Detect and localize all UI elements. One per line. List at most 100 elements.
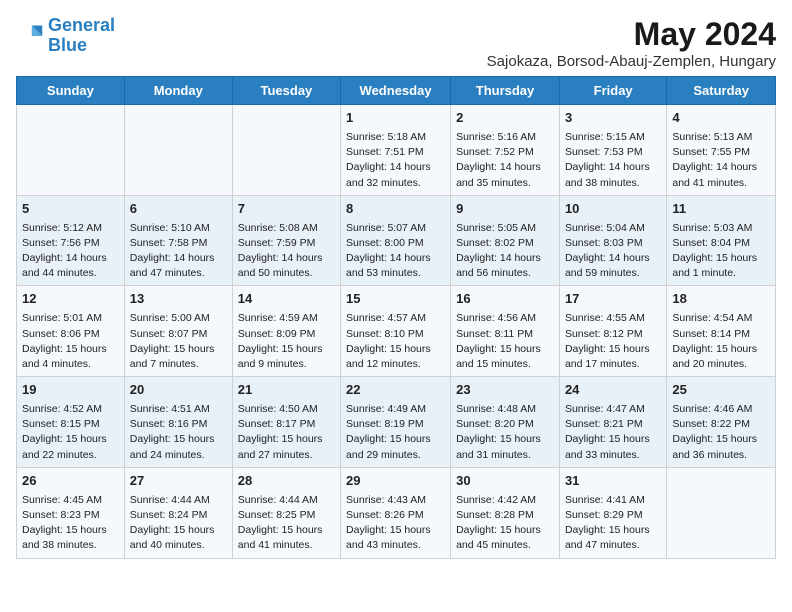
sunset-text: Sunset: 8:26 PM [346,509,424,521]
day-number: 29 [346,472,445,491]
calendar-cell: 16Sunrise: 4:56 AMSunset: 8:11 PMDayligh… [451,286,560,377]
sunset-text: Sunset: 8:06 PM [22,328,100,340]
day-info: Sunrise: 4:57 AMSunset: 8:10 PMDaylight:… [346,311,445,372]
day-info: Sunrise: 5:03 AMSunset: 8:04 PMDaylight:… [672,221,770,282]
day-info: Sunrise: 4:50 AMSunset: 8:17 PMDaylight:… [238,402,335,463]
day-number: 31 [565,472,661,491]
day-number: 24 [565,381,661,400]
daylight-text: Daylight: 15 hours and 24 minutes. [130,433,215,460]
sunset-text: Sunset: 8:10 PM [346,328,424,340]
calendar-week-row: 26 Sunrise: 4:45 AMSunset: 8:23 PMDayligh… [17,467,776,558]
calendar-cell [17,105,125,196]
daylight-text: Daylight: 15 hours and 20 minutes. [672,343,757,370]
daylight-text: Daylight: 15 hours and 7 minutes. [130,343,215,370]
day-header-sunday: Sunday [17,77,125,105]
sunrise-text: Sunrise: 5:00 AM [130,312,210,324]
sunrise-text: Sunrise: 4:56 AM [456,312,536,324]
sunrise-text: Sunrise: 4:55 AM [565,312,645,324]
daylight-text: Daylight: 15 hours and 29 minutes. [346,433,431,460]
main-title: May 2024 [487,16,776,53]
sunrise-text: Sunrise: 5:12 AM [22,222,102,234]
calendar-cell: 20Sunrise: 4:51 AMSunset: 8:16 PMDayligh… [124,377,232,468]
day-info: Sunrise: 4:45 AMSunset: 8:23 PMDaylight:… [22,493,119,554]
day-info: Sunrise: 5:15 AMSunset: 7:53 PMDaylight:… [565,130,661,191]
calendar-cell: 13Sunrise: 5:00 AMSunset: 8:07 PMDayligh… [124,286,232,377]
calendar-cell: 9Sunrise: 5:05 AMSunset: 8:02 PMDaylight… [451,195,560,286]
day-number: 11 [672,200,770,219]
calendar-cell: 24 Sunrise: 4:47 AMSunset: 8:21 PMDayligh… [559,377,666,468]
day-info: Sunrise: 4:49 AM Sunset: 8:19 PM Daylight:… [346,402,445,463]
sunset-text: Sunset: 8:22 PM [672,418,750,430]
calendar-cell: 15Sunrise: 4:57 AMSunset: 8:10 PMDayligh… [341,286,451,377]
day-info: Sunrise: 4:44 AMSunset: 8:25 PMDaylight:… [238,493,335,554]
day-info: Sunrise: 5:01 AMSunset: 8:06 PMDaylight:… [22,311,119,372]
day-info: Sunrise: 4:43 AMSunset: 8:26 PMDaylight:… [346,493,445,554]
daylight-text: Daylight: 14 hours and 32 minutes. [346,161,431,188]
sunrise-text: Sunrise: 4:46 AM [672,403,752,415]
day-info: Sunrise: 5:18 AM Sunset: 7:51 PM Daylight:… [346,130,445,191]
sunset-text: Sunset: 8:02 PM [456,237,534,249]
day-info: Sunrise: 4:54 AMSunset: 8:14 PMDaylight:… [672,311,770,372]
day-info: Sunrise: 5:13 AMSunset: 7:55 PMDaylight:… [672,130,770,191]
day-info: Sunrise: 4:52 AMSunset: 8:15 PMDaylight:… [22,402,119,463]
sunrise-text: Sunrise: 4:49 AM [346,403,426,415]
sunrise-text: Sunrise: 4:45 AM [22,494,102,506]
sunset-text: Sunset: 7:56 PM [22,237,100,249]
calendar-cell: 7Sunrise: 5:08 AMSunset: 7:59 PMDaylight… [232,195,340,286]
daylight-text: Daylight: 15 hours and 38 minutes. [22,524,107,551]
day-info: Sunrise: 4:42 AMSunset: 8:28 PMDaylight:… [456,493,554,554]
daylight-text: Daylight: 15 hours and 33 minutes. [565,433,650,460]
day-number: 10 [565,200,661,219]
calendar-cell: 10 Sunrise: 5:04 AMSunset: 8:03 PMDayligh… [559,195,666,286]
sunrise-text: Sunrise: 4:41 AM [565,494,645,506]
day-number: 3 [565,109,661,128]
day-number: 7 [238,200,335,219]
sunrise-text: Sunrise: 5:10 AM [130,222,210,234]
sunset-text: Sunset: 8:00 PM [346,237,424,249]
day-header-saturday: Saturday [667,77,776,105]
day-number: 26 [22,472,119,491]
logo-line2: Blue [48,35,87,55]
sunset-text: Sunset: 8:20 PM [456,418,534,430]
sunset-text: Sunset: 8:04 PM [672,237,750,249]
calendar-week-row: 5Sunrise: 5:12 AMSunset: 7:56 PMDaylight… [17,195,776,286]
daylight-text: Daylight: 15 hours and 36 minutes. [672,433,757,460]
day-info: Sunrise: 4:48 AMSunset: 8:20 PMDaylight:… [456,402,554,463]
daylight-text: Daylight: 14 hours and 56 minutes. [456,252,541,279]
daylight-text: Daylight: 15 hours and 45 minutes. [456,524,541,551]
day-info: Sunrise: 5:04 AMSunset: 8:03 PMDaylight:… [565,221,661,282]
day-number: 2 [456,109,554,128]
calendar-cell: 18Sunrise: 4:54 AMSunset: 8:14 PMDayligh… [667,286,776,377]
day-info: Sunrise: 4:51 AMSunset: 8:16 PMDaylight:… [130,402,227,463]
day-info: Sunrise: 4:46 AM Sunset: 8:22 PM Daylight:… [672,402,770,463]
day-header-friday: Friday [559,77,666,105]
daylight-text: Daylight: 15 hours and 4 minutes. [22,343,107,370]
sunrise-text: Sunrise: 5:18 AM [346,131,426,143]
day-info: Sunrise: 4:55 AMSunset: 8:12 PMDaylight:… [565,311,661,372]
sunrise-text: Sunrise: 5:08 AM [238,222,318,234]
daylight-text: Daylight: 14 hours and 50 minutes. [238,252,323,279]
day-number: 22 [346,381,445,400]
calendar-cell: 12 Sunrise: 5:01 AMSunset: 8:06 PMDayligh… [17,286,125,377]
day-number: 28 [238,472,335,491]
sunrise-text: Sunrise: 5:13 AM [672,131,752,143]
calendar-table: SundayMondayTuesdayWednesdayThursdayFrid… [16,76,776,559]
daylight-text: Daylight: 15 hours and 40 minutes. [130,524,215,551]
day-header-wednesday: Wednesday [341,77,451,105]
day-info: Sunrise: 4:47 AMSunset: 8:21 PMDaylight:… [565,402,661,463]
day-header-thursday: Thursday [451,77,560,105]
sunset-text: Sunset: 7:51 PM [346,146,424,158]
sunrise-text: Sunrise: 4:44 AM [238,494,318,506]
calendar-cell: 3 Sunrise: 5:15 AMSunset: 7:53 PMDaylight… [559,105,666,196]
logo-line1: General [48,15,115,35]
daylight-text: Daylight: 15 hours and 22 minutes. [22,433,107,460]
calendar-cell: 25Sunrise: 4:46 AMSunset: 8:22 PMDayligh… [667,377,776,468]
calendar-cell [667,467,776,558]
day-number: 6 [130,200,227,219]
day-info: Sunrise: 5:12 AMSunset: 7:56 PMDaylight:… [22,221,119,282]
sunset-text: Sunset: 8:15 PM [22,418,100,430]
day-number: 12 [22,290,119,309]
calendar-cell [124,105,232,196]
day-number: 9 [456,200,554,219]
sunset-text: Sunset: 8:19 PM [346,418,424,430]
